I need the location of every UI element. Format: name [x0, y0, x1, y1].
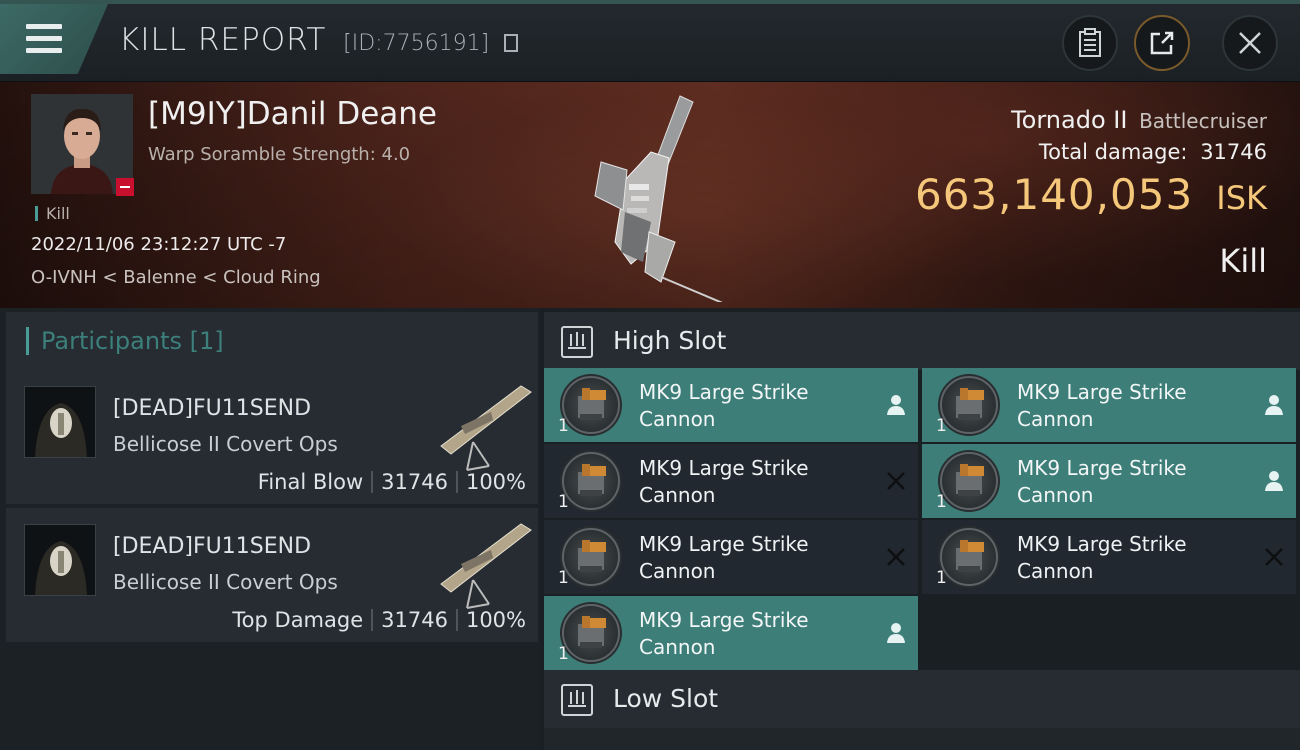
participants-title: Participants [1] — [26, 327, 224, 355]
share-button[interactable] — [1134, 15, 1190, 71]
victim-ship-image[interactable] — [565, 92, 745, 302]
low-slot-list — [544, 728, 1300, 750]
isk-value: 663,140,053 — [914, 170, 1194, 219]
participant-role: Final Blow — [257, 470, 364, 494]
participant-stats: Top Damage 31746 100% — [232, 608, 526, 632]
kill-summary: [M9IY]Danil Deane Warp Soramble Strength… — [0, 82, 1300, 308]
participant-percent: 100% — [465, 470, 526, 494]
module-qty: 1 — [558, 568, 569, 588]
module-tile[interactable]: 1 MK9 Large Strike Cannon — [544, 368, 918, 442]
participants-header: Participants [1] — [6, 312, 538, 370]
module-qty: 1 — [558, 644, 569, 664]
total-damage-value: 31746 — [1200, 140, 1267, 164]
high-slot-title: High Slot — [613, 326, 727, 355]
total-damage-label: Total damage: — [1038, 140, 1188, 164]
module-tile[interactable]: 1 MK9 Large Strike Cannon — [544, 596, 918, 670]
close-icon — [1239, 32, 1261, 54]
cannon-icon — [938, 450, 1000, 512]
report-id: [ID:7756191] — [343, 31, 490, 56]
cannon-icon — [560, 526, 622, 588]
dropped-icon — [887, 395, 905, 415]
kill-location[interactable]: O-IVNH < Balenne < Cloud Ring — [31, 267, 321, 288]
fitting-panel: High Slot 1 MK9 Large Strike Cannon 1 MK9 L… — [540, 308, 1300, 750]
module-tile[interactable]: 1 MK9 Large Strike Cannon — [922, 520, 1296, 594]
low-slot-icon — [561, 684, 593, 716]
participant-row[interactable]: [DEAD]FU11SEND Bellicose II Covert Ops F… — [6, 370, 538, 504]
low-slot-header: Low Slot — [544, 670, 1300, 728]
module-tile[interactable]: 1 MK9 Large Strike Cannon — [544, 520, 918, 594]
module-tile[interactable]: 1 MK9 Large Strike Cannon — [544, 444, 918, 518]
destroyed-icon — [1265, 548, 1283, 566]
cannon-icon — [560, 450, 622, 512]
module-name: MK9 Large Strike Cannon — [639, 532, 809, 583]
cannon-icon — [938, 374, 1000, 436]
kill-datetime: 2022/11/06 23:12:27 UTC -7 — [31, 234, 287, 255]
module-name: MK9 Large Strike Cannon — [639, 456, 809, 507]
menu-button[interactable] — [0, 4, 108, 74]
module-qty: 1 — [558, 492, 569, 512]
title-bar: KILL REPORT [ID:7756191] — [0, 0, 1300, 82]
participant-ship: Bellicose II Covert Ops — [113, 432, 338, 456]
high-slot-header: High Slot — [544, 312, 1300, 370]
high-slot-icon — [561, 326, 593, 358]
kill-tag: Kill — [35, 206, 70, 222]
top-accent-line — [0, 0, 1300, 4]
share-icon — [1150, 31, 1174, 55]
isk-unit: ISK — [1216, 179, 1267, 217]
participant-name: [DEAD]FU11SEND — [113, 534, 312, 559]
window-title-text: KILL REPORT — [119, 22, 327, 58]
module-name: MK9 Large Strike Cannon — [1017, 456, 1187, 507]
module-qty: 1 — [936, 416, 947, 436]
participant-ship-icon — [440, 523, 532, 609]
cannon-icon — [560, 374, 622, 436]
status-warning-badge — [116, 178, 134, 196]
participant-role: Top Damage — [232, 608, 364, 632]
ship-name: Tornado II — [1011, 106, 1128, 134]
participant-avatar — [24, 386, 96, 458]
dropped-icon — [1265, 471, 1283, 491]
module-tile[interactable]: 1 MK9 Large Strike Cannon — [922, 444, 1296, 518]
copy-icon[interactable] — [504, 34, 519, 52]
participant-damage: 31746 — [381, 608, 448, 632]
module-qty: 1 — [936, 568, 947, 588]
low-slot-title: Low Slot — [613, 684, 719, 713]
participant-ship-icon — [440, 385, 532, 471]
isk-value-line: 663,140,053 ISK — [915, 170, 1267, 219]
clipboard-icon — [1079, 28, 1101, 57]
participant-ship: Bellicose II Covert Ops — [113, 570, 338, 594]
module-qty: 1 — [558, 416, 569, 436]
window-title: KILL REPORT [ID:7756191] — [119, 22, 519, 58]
module-name: MK9 Large Strike Cannon — [639, 380, 809, 431]
participant-damage: 31746 — [381, 470, 448, 494]
participant-stats: Final Blow 31746 100% — [258, 470, 526, 494]
module-qty: 1 — [936, 492, 947, 512]
destroyed-icon — [887, 472, 905, 490]
participant-name: [DEAD]FU11SEND — [113, 396, 312, 421]
clipboard-button[interactable] — [1062, 15, 1118, 71]
dropped-icon — [887, 623, 905, 643]
total-damage: Total damage: 31746 — [1039, 140, 1267, 164]
victim-ship-line[interactable]: Tornado II Battlecruiser — [1011, 106, 1267, 134]
warp-scramble-strength: Warp Soramble Strength: 4.0 — [148, 144, 411, 165]
participant-row[interactable]: [DEAD]FU11SEND Bellicose II Covert Ops T… — [6, 508, 538, 642]
ship-class: Battlecruiser — [1139, 109, 1267, 133]
cannon-icon — [938, 526, 1000, 588]
dropped-icon — [1265, 395, 1283, 415]
participant-percent: 100% — [465, 608, 526, 632]
module-tile[interactable]: 1 MK9 Large Strike Cannon — [922, 368, 1296, 442]
result-label: Kill — [1219, 242, 1267, 280]
destroyed-icon — [887, 548, 905, 566]
module-name: MK9 Large Strike Cannon — [1017, 532, 1187, 583]
victim-name[interactable]: [M9IY]Danil Deane — [148, 96, 437, 132]
close-button[interactable] — [1222, 15, 1278, 71]
participants-panel: Participants [1] [DEAD]FU11SEND Bellicos… — [0, 308, 540, 750]
module-name: MK9 Large Strike Cannon — [639, 608, 809, 659]
cannon-icon — [560, 602, 622, 664]
module-name: MK9 Large Strike Cannon — [1017, 380, 1187, 431]
hamburger-icon — [26, 24, 62, 60]
participant-avatar — [24, 524, 96, 596]
